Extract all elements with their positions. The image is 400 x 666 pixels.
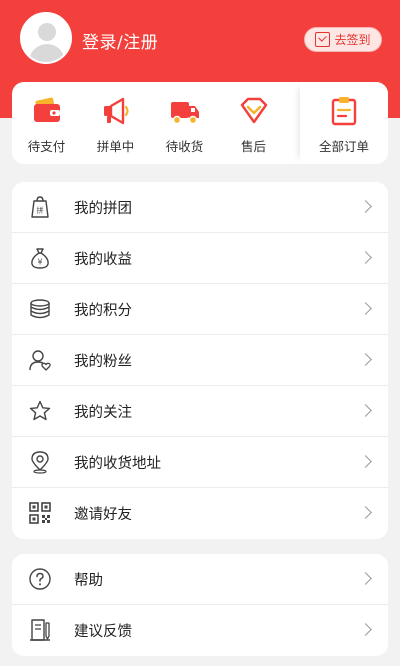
- menu-item-my-earnings[interactable]: ¥ 我的收益: [12, 233, 388, 284]
- checkin-calendar-icon: [315, 32, 331, 47]
- fans-icon: [28, 348, 52, 372]
- group-bag-icon: 拼: [28, 195, 52, 219]
- signin-button-label: 去签到: [334, 33, 371, 47]
- order-awaiting-delivery-label: 待收货: [165, 139, 204, 154]
- profile-page: 登录/注册 去签到 待支付 拼单中 待收货 售后 全部订单 拼 我的拼团 ¥ 我…: [0, 0, 400, 666]
- coins-icon: [28, 297, 52, 321]
- location-icon: [28, 450, 52, 474]
- all-orders-label: 全部订单: [318, 139, 369, 154]
- avatar-head-shape: [38, 23, 56, 41]
- menu-item-my-group-buy[interactable]: 拼 我的拼团: [12, 182, 388, 233]
- menu-item-label: 我的积分: [74, 302, 132, 319]
- chevron-right-icon: [359, 404, 372, 417]
- order-group-buying[interactable]: 拼单中: [81, 82, 150, 164]
- menu-item-my-points[interactable]: 我的积分: [12, 284, 388, 335]
- chevron-right-icon: [359, 572, 372, 585]
- svg-text:拼: 拼: [37, 206, 44, 215]
- chevron-right-icon: [359, 623, 372, 636]
- star-icon: [28, 399, 52, 423]
- chevron-right-icon: [359, 200, 372, 213]
- megaphone-icon: [99, 94, 133, 128]
- menu-item-invite-friends[interactable]: 邀请好友: [12, 488, 388, 539]
- chevron-right-icon: [359, 506, 372, 519]
- menu-item-help[interactable]: 帮助: [12, 554, 388, 605]
- menu-item-label: 我的关注: [74, 404, 132, 421]
- chevron-right-icon: [359, 353, 372, 366]
- menu-item-label: 建议反馈: [74, 624, 132, 640]
- all-orders-button[interactable]: 全部订单: [300, 82, 388, 164]
- svg-text:¥: ¥: [37, 258, 42, 267]
- menu-item-feedback[interactable]: 建议反馈: [12, 605, 388, 656]
- menu-card-main: 拼 我的拼团 ¥ 我的收益 我的积分 我的粉丝 我的关注 我的收货地址 邀请好友: [12, 182, 388, 539]
- order-after-sales[interactable]: 售后: [219, 82, 288, 164]
- chevron-right-icon: [359, 251, 372, 264]
- chevron-right-icon: [359, 455, 372, 468]
- menu-item-label: 帮助: [74, 572, 103, 589]
- menu-card-support: 帮助 建议反馈: [12, 554, 388, 656]
- order-after-sales-label: 售后: [240, 139, 266, 154]
- menu-item-label: 我的粉丝: [74, 353, 132, 370]
- truck-icon: [168, 94, 202, 128]
- order-pending-payment[interactable]: 待支付: [12, 82, 81, 164]
- signin-button[interactable]: 去签到: [304, 27, 382, 52]
- qrcode-icon: [28, 501, 52, 525]
- help-icon: [28, 567, 52, 591]
- menu-item-label: 我的收益: [74, 251, 132, 268]
- menu-item-label: 邀请好友: [74, 507, 132, 523]
- order-awaiting-delivery[interactable]: 待收货: [150, 82, 219, 164]
- clipboard-icon: [327, 94, 361, 128]
- chevron-right-icon: [359, 302, 372, 315]
- order-pending-payment-label: 待支付: [27, 139, 66, 154]
- menu-item-my-follows[interactable]: 我的关注: [12, 386, 388, 437]
- login-register-link[interactable]: 登录/注册: [82, 28, 158, 53]
- avatar[interactable]: [20, 12, 72, 64]
- feedback-icon: [28, 618, 52, 642]
- wallet-icon: [30, 94, 64, 128]
- order-group-buying-label: 拼单中: [96, 139, 135, 154]
- diamond-icon: [237, 94, 271, 128]
- avatar-body-shape: [29, 44, 65, 62]
- menu-item-label: 我的收货地址: [74, 455, 161, 472]
- menu-item-shipping-address[interactable]: 我的收货地址: [12, 437, 388, 488]
- money-bag-icon: ¥: [28, 246, 52, 270]
- menu-item-label: 我的拼团: [74, 200, 132, 217]
- order-shortcuts: 待支付 拼单中 待收货 售后 全部订单: [12, 82, 388, 164]
- menu-item-my-fans[interactable]: 我的粉丝: [12, 335, 388, 386]
